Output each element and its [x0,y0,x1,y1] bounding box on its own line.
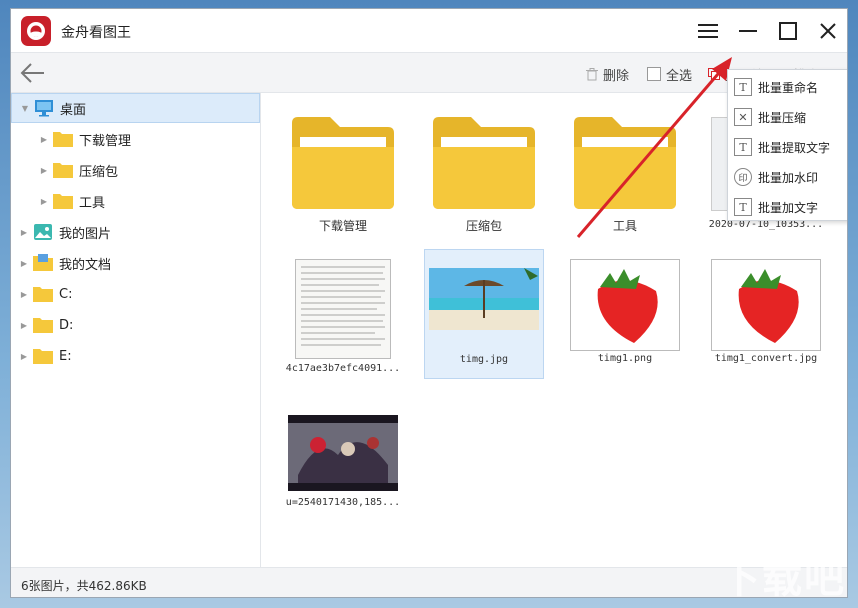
expand-right-icon[interactable]: ▶ [19,320,29,330]
maximize-button[interactable] [773,17,803,45]
tree-item-drive-c[interactable]: ▶ C: [11,279,260,309]
tree-item-label: D: [59,317,74,333]
tree-item-downloads[interactable]: ▶ 下载管理 [11,124,260,154]
folder-icon [33,285,53,303]
back-button[interactable] [19,61,47,85]
title-bar: 金舟看图王 [11,9,847,53]
tree-item-drive-d[interactable]: ▶ D: [11,310,260,340]
watermark-icon: 印 [734,168,752,186]
file-name: timg.jpg [459,354,509,365]
expand-right-icon[interactable]: ▶ [19,258,29,268]
folder-icon [53,161,73,179]
app-window: 金舟看图王 删除 全选 ▼ 桌面 ▶ 下载管理 ▶ 压缩包 ▶ 工具 ▶ 我的图… [10,8,848,598]
expand-right-icon[interactable]: ▶ [39,134,49,144]
image-tile-strawberry-png[interactable]: timg1.png [565,249,685,379]
tree-item-label: 压缩包 [79,164,119,180]
anime-thumbnail [288,415,398,491]
file-name: 压缩包 [465,219,502,233]
app-logo-icon [21,16,51,46]
folder-icon [53,130,73,148]
image-tile-strawberry-jpg[interactable]: timg1_convert.jpg [706,249,826,379]
menu-item-label: 批量压缩 [758,110,807,125]
image-tile-beach[interactable]: timg.jpg [424,249,544,379]
close-icon [820,23,836,39]
app-title: 金舟看图王 [61,25,131,41]
tree-item-pictures[interactable]: ▶ 我的图片 [11,217,260,247]
folder-icon [33,316,53,334]
folder-icon [53,192,73,210]
expand-right-icon[interactable]: ▶ [19,227,29,237]
menu-item-label: 批量加文字 [758,200,819,215]
menu-item-label: 批量加水印 [758,170,819,185]
minimize-icon [739,30,757,32]
tree-item-label: 下载管理 [79,133,132,149]
text-icon: T [734,138,752,156]
file-name: timg1_convert.jpg [714,353,818,364]
expand-right-icon[interactable]: ▶ [19,351,29,361]
expand-right-icon[interactable]: ▶ [19,289,29,299]
menu-button[interactable] [693,17,723,45]
menu-item-batch-compress[interactable]: ✕ 批量压缩 [728,102,847,132]
monitor-icon [34,99,54,117]
tree-item-label: C: [59,286,73,302]
image-tile-document[interactable]: 4c17ae3b7efc4091... [283,249,403,379]
expand-right-icon[interactable]: ▶ [39,196,49,206]
documents-folder-icon [33,254,53,272]
arrow-left-icon [20,63,44,83]
expand-down-icon[interactable]: ▼ [20,103,30,113]
text-icon: T [734,78,752,96]
file-name: u=2540171430,185... [285,497,401,508]
minimize-button[interactable] [733,17,763,45]
beach-thumbnail [429,268,539,330]
menu-item-batch-add-text[interactable]: T 批量加文字 [728,192,847,222]
image-tile-anime[interactable]: u=2540171430,185... [283,393,403,523]
maximize-icon [779,22,797,40]
menu-item-batch-rename[interactable]: T 批量重命名 [728,72,847,102]
tree-item-label: 我的图片 [59,226,112,242]
tree-item-label: 我的文档 [59,257,112,273]
tree-item-tools[interactable]: ▶ 工具 [11,186,260,216]
tree-item-archives[interactable]: ▶ 压缩包 [11,155,260,185]
tree-item-documents[interactable]: ▶ 我的文档 [11,248,260,278]
file-name: 4c17ae3b7efc4091... [285,363,401,374]
tree-item-label: 工具 [79,195,106,211]
file-name: 下载管理 [318,219,367,233]
compress-icon: ✕ [734,108,752,126]
strawberry-thumbnail [570,259,680,351]
close-button[interactable] [813,17,843,45]
folder-tree: ▼ 桌面 ▶ 下载管理 ▶ 压缩包 ▶ 工具 ▶ 我的图片 ▶ 我的文档 ▶ C… [11,93,261,567]
tree-item-label: E: [59,348,72,364]
folder-icon [292,117,394,209]
tree-item-drive-e[interactable]: ▶ E: [11,341,260,371]
menu-item-label: 批量重命名 [758,80,819,95]
tree-item-desktop[interactable]: ▼ 桌面 [11,93,260,123]
folder-icon [33,347,53,365]
text-icon: T [734,198,752,216]
file-name: timg1.png [597,353,653,364]
pictures-icon [33,223,53,241]
status-text: 6张图片，共462.86KB [21,579,147,593]
hamburger-icon [698,24,718,38]
expand-right-icon[interactable]: ▶ [39,165,49,175]
strawberry-thumbnail [711,259,821,351]
site-watermark: 下载吧 [720,556,846,602]
folder-icon [433,117,535,209]
annotation-arrow [576,57,732,238]
tree-item-label: 桌面 [60,102,87,118]
menu-item-batch-extract-text[interactable]: T 批量提取文字 [728,132,847,162]
document-thumbnail [295,259,391,359]
menu-item-label: 批量提取文字 [758,140,831,155]
folder-tile-downloads[interactable]: 下载管理 [283,107,403,237]
batch-dropdown-menu: T 批量重命名 ✕ 批量压缩 T 批量提取文字 印 批量加水印 T 批量加文字 [727,69,847,222]
menu-item-batch-watermark[interactable]: 印 批量加水印 [728,162,847,192]
folder-tile-archives[interactable]: 压缩包 [424,107,544,237]
